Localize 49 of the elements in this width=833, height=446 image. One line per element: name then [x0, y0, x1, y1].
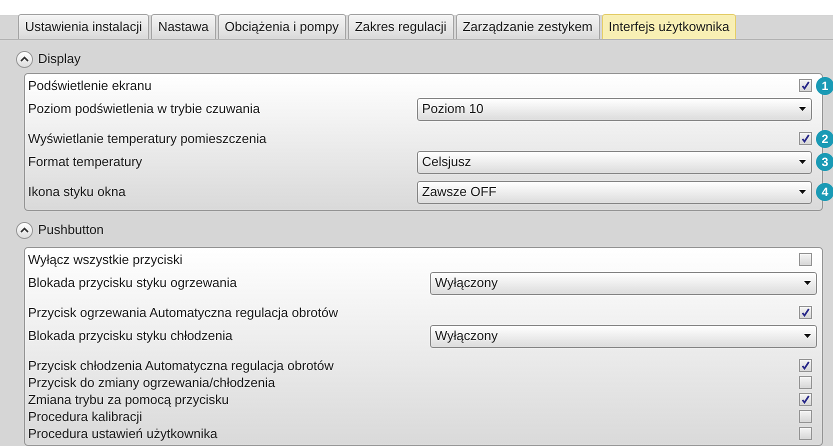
- checkbox[interactable]: [799, 306, 812, 319]
- setting-label: Procedura kalibracji: [28, 408, 142, 426]
- section-title: Pushbutton: [38, 221, 104, 240]
- collapse-toggle[interactable]: [16, 50, 33, 68]
- tab[interactable]: Nastawa: [151, 14, 216, 39]
- setting-label: Podświetlenie ekranu: [28, 76, 152, 95]
- collapse-toggle[interactable]: [16, 222, 33, 238]
- setting-label: Przycisk chłodzenia Automatyczna regulacja obrotów: [28, 356, 334, 375]
- setting-label: Zmiana trybu za pomocą przycisku: [28, 390, 229, 409]
- setting-label: Blokada przycisku styku ogrzewania: [28, 274, 237, 292]
- tab[interactable]: Zakres regulacji: [348, 14, 454, 39]
- checkbox[interactable]: [799, 132, 812, 145]
- tab[interactable]: Obciążenia i pompy: [218, 14, 346, 39]
- setting-label: Wyświetlanie temperatury pomieszczenia: [28, 130, 266, 148]
- checkbox[interactable]: [799, 376, 812, 389]
- checkbox[interactable]: [799, 427, 812, 440]
- tab[interactable]: Zarządzanie zestykem: [456, 14, 600, 39]
- checkbox[interactable]: [799, 410, 812, 423]
- chevron-up-icon: [20, 56, 29, 62]
- caret-icon: [804, 281, 811, 285]
- caret-icon: [799, 107, 806, 111]
- setting-label: Przycisk do zmiany ogrzewania/chłodzenia: [28, 374, 276, 392]
- setting-label: Format temperatury: [28, 153, 142, 172]
- tab[interactable]: Ustawienia instalacji: [18, 14, 150, 39]
- caret-icon: [799, 190, 806, 194]
- callout-badge: 2: [816, 130, 833, 148]
- callout-badge: 4: [816, 183, 833, 201]
- chevron-up-icon: [20, 227, 29, 233]
- dropdown[interactable]: Zawsze OFF: [417, 180, 812, 204]
- setting-label: Ikona styku okna: [28, 183, 126, 202]
- checkbox[interactable]: [799, 253, 812, 266]
- checkbox[interactable]: [799, 393, 812, 406]
- setting-label: Poziom podświetlenia w trybie czuwania: [28, 100, 260, 118]
- dropdown[interactable]: Wyłączony: [430, 324, 817, 348]
- dropdown[interactable]: Poziom 10: [417, 98, 812, 120]
- callout-badge: 1: [816, 76, 833, 94]
- setting-label: Procedura ustawień użytkownika: [28, 424, 218, 443]
- section-title: Display: [38, 50, 81, 68]
- checkbox[interactable]: [799, 79, 812, 92]
- setting-label: Blokada przycisku styku chłodzenia: [28, 327, 232, 346]
- caret-icon: [804, 334, 811, 338]
- checkbox[interactable]: [799, 359, 812, 372]
- setting-label: Wyłącz wszystkie przyciski: [28, 250, 182, 269]
- setting-label: Przycisk ogrzewania Automatyczna regulacja obrotów: [28, 304, 338, 322]
- callout-badge: 3: [816, 153, 833, 171]
- caret-icon: [799, 160, 806, 164]
- tab[interactable]: Interfejs użytkownika: [602, 14, 736, 39]
- dropdown[interactable]: Wyłączony: [430, 272, 817, 294]
- dropdown[interactable]: Celsjusz: [417, 150, 812, 174]
